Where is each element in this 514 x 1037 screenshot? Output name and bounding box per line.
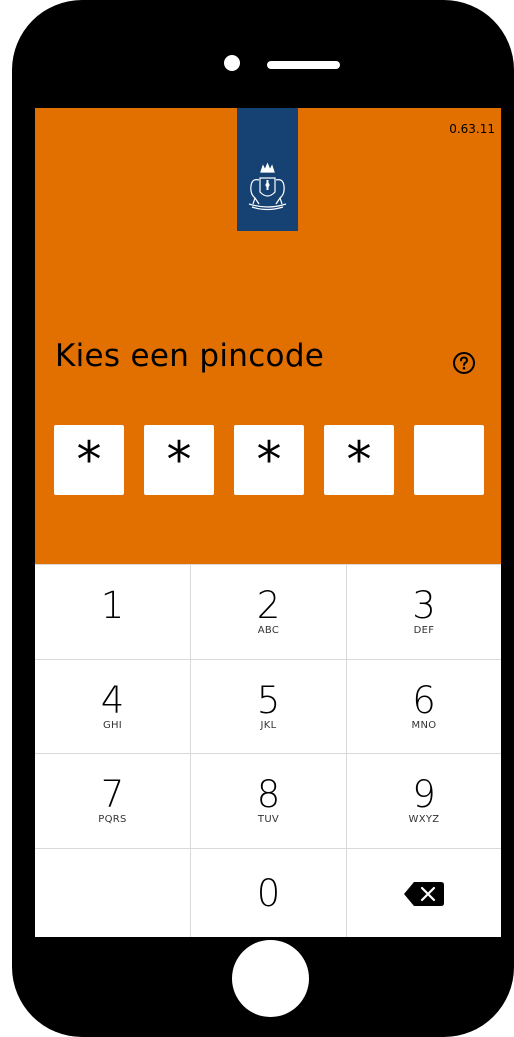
key-letters: GHI <box>102 719 123 731</box>
key-1[interactable]: 1 <box>35 565 190 659</box>
key-digit: 2 <box>256 584 281 627</box>
key-letters: PQRS <box>98 814 127 825</box>
key-0[interactable]: 0 <box>191 849 346 937</box>
key-8[interactable]: 8 TUV <box>191 754 346 848</box>
home-button[interactable] <box>232 940 309 1017</box>
key-letters: TUV <box>257 814 280 825</box>
app-screen: 0.63.11 Kies een pincode * * * * 1 2 ABC… <box>35 108 501 937</box>
backspace-icon <box>404 881 444 906</box>
pin-header: 0.63.11 Kies een pincode * * * * <box>35 108 501 564</box>
key-letters: WXYZ <box>408 814 440 825</box>
key-letters: MNO <box>411 719 437 731</box>
pin-digit-box: * <box>324 425 394 495</box>
key-empty <box>35 849 190 937</box>
key-digit: 8 <box>256 773 281 816</box>
question-circle-icon[interactable] <box>452 351 476 375</box>
key-digit: 4 <box>100 678 125 722</box>
key-digit: 3 <box>412 584 436 627</box>
front-camera <box>224 55 240 71</box>
numeric-keypad: 1 2 ABC 3 DEF 4 GHI 5 JKL 6 MNO 7 PQRS 8… <box>35 564 501 937</box>
key-5[interactable]: 5 JKL <box>191 660 346 753</box>
rijksoverheid-logo <box>237 108 298 231</box>
key-9[interactable]: 9 WXYZ <box>347 754 501 848</box>
key-letters: JKL <box>260 719 277 731</box>
pin-digit-box: * <box>144 425 214 495</box>
pin-input-row: * * * * <box>54 425 484 495</box>
key-digit: 1 <box>100 584 125 627</box>
key-digit: 9 <box>412 773 436 816</box>
pin-digit-box: * <box>234 425 304 495</box>
key-7[interactable]: 7 PQRS <box>35 754 190 848</box>
key-4[interactable]: 4 GHI <box>35 660 190 753</box>
earpiece-speaker <box>267 61 340 69</box>
pin-digit-box <box>414 425 484 495</box>
key-letters: ABC <box>257 625 280 636</box>
key-2[interactable]: 2 ABC <box>191 565 346 659</box>
key-3[interactable]: 3 DEF <box>347 565 501 659</box>
page-title: Kies een pincode <box>55 338 325 374</box>
key-6[interactable]: 6 MNO <box>347 660 501 753</box>
pin-digit-box: * <box>54 425 124 495</box>
key-digit: 7 <box>100 773 125 816</box>
key-digit: 5 <box>256 678 281 722</box>
key-letters: DEF <box>413 625 435 636</box>
app-version: 0.63.11 <box>449 122 495 136</box>
backspace-key[interactable] <box>347 849 501 937</box>
key-digit: 0 <box>256 871 281 915</box>
key-digit: 6 <box>412 678 436 722</box>
